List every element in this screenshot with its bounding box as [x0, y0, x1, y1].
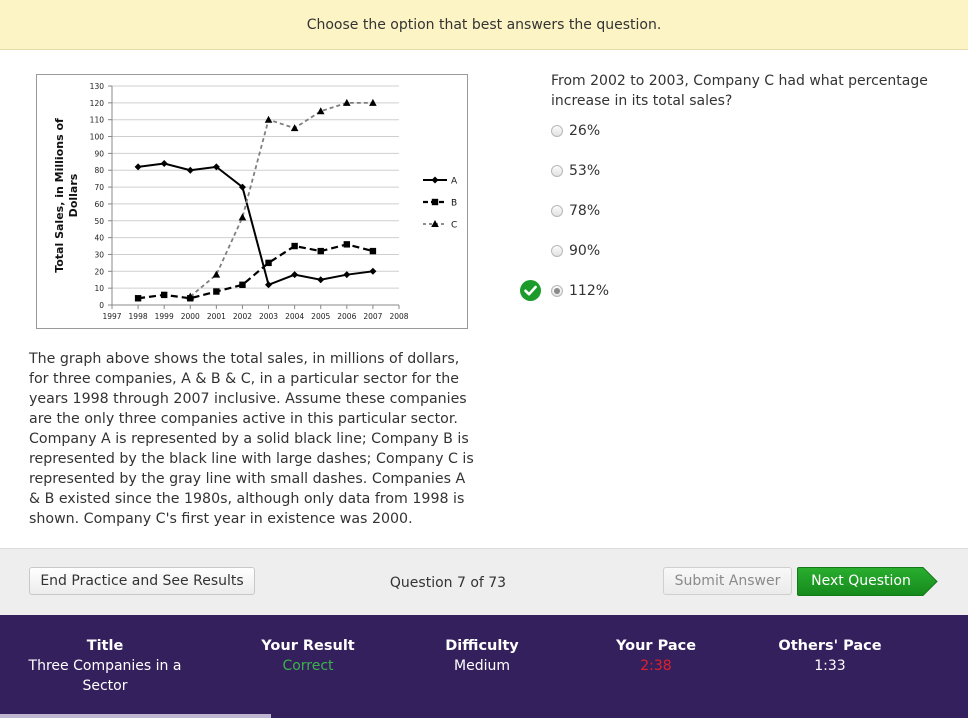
data-point-b	[291, 242, 298, 250]
y-tick-label: 50	[94, 217, 104, 226]
data-point-b	[239, 281, 246, 288]
x-tick-label: 2004	[285, 312, 304, 321]
data-point-b	[369, 247, 377, 255]
data-point-a	[265, 281, 273, 289]
series-line-c	[189, 101, 373, 298]
y-tick-label: 70	[94, 183, 104, 192]
legend-marker-a	[431, 176, 439, 184]
question-counter: Question 7 of 73	[389, 575, 507, 591]
next-question-button[interactable]: Next Question	[797, 567, 938, 596]
y-tick-label: 80	[94, 166, 104, 175]
data-point-b	[160, 291, 168, 299]
footer-difficulty-label: Difficulty	[445, 638, 519, 654]
legend-label-b: B	[451, 199, 457, 209]
data-point-a	[134, 163, 142, 171]
answer-option-4[interactable]: 90%	[551, 241, 600, 261]
radio-button[interactable]	[551, 205, 563, 217]
stats-footer: Title Three Companies in a Sector Your R…	[0, 615, 968, 718]
data-point-b	[265, 259, 272, 267]
footer-pace-label: Your Pace	[615, 638, 697, 654]
footer-pace-value: 2:38	[640, 658, 672, 674]
x-tick-label: 2005	[311, 312, 330, 321]
x-tick-label: 2002	[233, 312, 252, 321]
data-point-c	[238, 213, 247, 221]
option-label: 90%	[569, 243, 601, 259]
option-label: 53%	[569, 163, 601, 179]
x-tick-label: 2008	[389, 312, 408, 321]
x-tick-label: 1997	[102, 312, 121, 321]
y-tick-label: 0	[99, 301, 104, 310]
next-question-label: Next Question	[811, 573, 911, 589]
y-tick-label: 30	[94, 250, 104, 259]
y-tick-label: 60	[94, 200, 104, 209]
action-bar: End Practice and See Results Question 7 …	[0, 548, 968, 615]
x-tick-label: 2006	[337, 312, 356, 321]
y-tick-label: 100	[90, 133, 105, 142]
x-tick-label: 2007	[363, 312, 382, 321]
option-label: 26%	[569, 123, 601, 139]
footer-pace-column: Your Pace 2:38	[576, 636, 736, 676]
y-tick-label: 20	[94, 267, 104, 276]
radio-button[interactable]	[551, 125, 563, 137]
radio-button[interactable]	[551, 165, 563, 177]
data-point-a	[343, 271, 351, 279]
check-circle-icon	[520, 280, 541, 301]
data-point-b	[317, 247, 324, 255]
instruction-text: Choose the option that best answers the …	[306, 17, 662, 33]
end-practice-button[interactable]: End Practice and See Results	[29, 567, 255, 595]
sales-chart: 0 10 20 30 40 50 60 70 80 90 100 110 120 130 1997 1998 1…	[36, 74, 468, 329]
footer-result-label: Your Result	[261, 638, 355, 654]
footer-difficulty-value: Medium	[454, 658, 510, 674]
footer-title-label: Title	[86, 638, 124, 654]
legend-label-c: C	[451, 221, 457, 231]
data-point-a	[160, 159, 168, 167]
footer-others-pace-value: 1:33	[814, 658, 846, 674]
x-tick-label: 2000	[181, 312, 200, 321]
y-tick-label: 120	[90, 99, 105, 108]
y-tick-label: 110	[90, 116, 105, 125]
data-point-a	[291, 271, 299, 279]
data-point-a	[186, 166, 194, 174]
answer-option-1[interactable]: 26%	[551, 121, 600, 141]
y-tick-label: 130	[90, 82, 105, 91]
y-tick-label: 10	[94, 284, 104, 293]
footer-difficulty-column: Difficulty Medium	[402, 636, 562, 676]
data-point-a	[317, 276, 325, 284]
footer-others-pace-label: Others' Pace	[778, 638, 882, 654]
data-point-b	[343, 241, 351, 248]
data-point-c	[290, 124, 299, 132]
x-tick-label: 1999	[155, 312, 174, 321]
y-tick-label: 40	[94, 234, 104, 243]
radio-button-selected[interactable]	[551, 285, 563, 297]
footer-title-column: Title Three Companies in a Sector	[20, 636, 190, 696]
footer-result-value: Correct	[282, 658, 334, 674]
radio-button[interactable]	[551, 245, 563, 257]
instruction-banner: Choose the option that best answers the …	[0, 0, 968, 50]
x-tick-label: 2001	[207, 312, 226, 321]
x-tick-label: 1998	[129, 312, 148, 321]
y-axis-label: Total Sales, in Millions ofDollars	[53, 118, 80, 273]
footer-others-pace-column: Others' Pace 1:33	[750, 636, 910, 676]
legend-marker-b	[431, 198, 439, 206]
footer-result-column: Your Result Correct	[228, 636, 388, 676]
data-point-b	[213, 288, 220, 295]
answer-option-5[interactable]: 112%	[551, 281, 609, 301]
y-tick-label: 90	[94, 149, 104, 158]
legend-label-a: A	[451, 177, 458, 187]
chart-svg: 0 10 20 30 40 50 60 70 80 90 100 110 120 130 1997 1998 1…	[53, 82, 458, 321]
option-label: 112%	[569, 283, 610, 299]
answer-option-2[interactable]: 53%	[551, 161, 600, 181]
option-label: 78%	[569, 203, 601, 219]
series-line-a	[137, 162, 374, 287]
footer-title-value: Three Companies in a Sector	[28, 658, 182, 694]
progress-bar	[0, 714, 272, 718]
data-point-a	[369, 267, 377, 275]
answer-option-3[interactable]: 78%	[551, 201, 600, 221]
x-tick-label: 2003	[259, 312, 278, 321]
submit-answer-button[interactable]: Submit Answer	[663, 567, 792, 595]
data-point-b	[134, 295, 142, 302]
passage-text: The graph above shows the total sales, i…	[29, 351, 474, 527]
question-text: From 2002 to 2003, Company C had what pe…	[551, 73, 928, 109]
